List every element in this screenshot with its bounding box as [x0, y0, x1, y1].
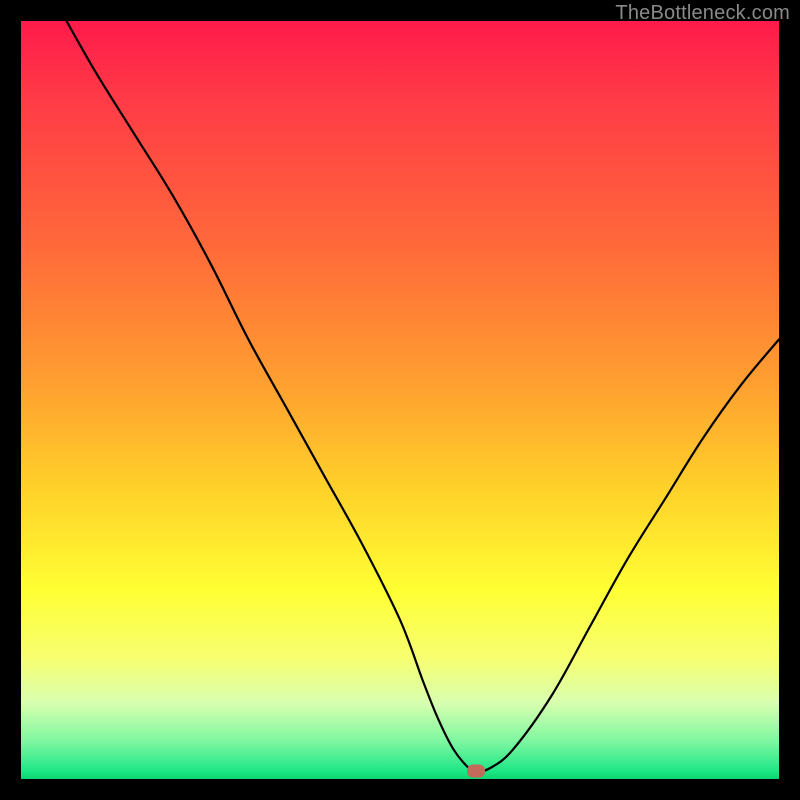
plot-area: [21, 21, 779, 779]
chart-frame: TheBottleneck.com: [0, 0, 800, 800]
optimal-point-marker: [467, 765, 485, 778]
bottleneck-curve: [21, 21, 779, 779]
